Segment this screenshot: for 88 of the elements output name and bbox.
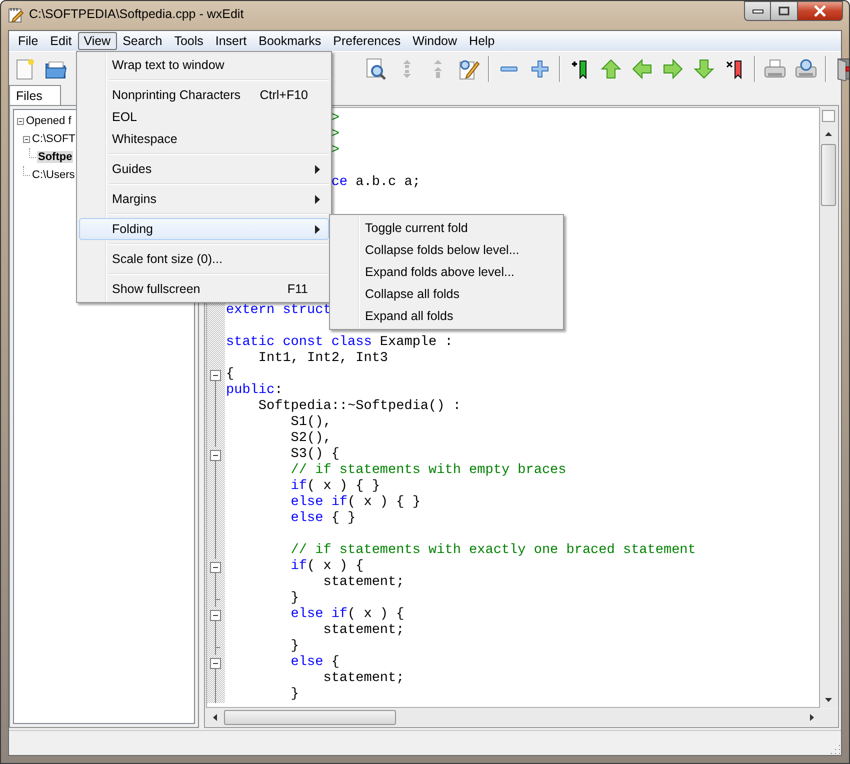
menu-item[interactable]: Preferences: [327, 32, 407, 50]
tree-item[interactable]: Softpe: [37, 151, 74, 163]
up-arrow-icon[interactable]: [599, 56, 623, 80]
menu-item[interactable]: Margins: [79, 188, 329, 210]
code-line: Int1, Int2, Int3: [257, 351, 388, 367]
code-line: {: [225, 367, 234, 383]
code-line: // if statements with exactly one braced statement: [290, 543, 696, 559]
menu-item[interactable]: Expand folds above level...: [332, 261, 561, 283]
fold-toggle[interactable]: [210, 658, 221, 671]
scroll-right-icon[interactable]: [810, 714, 814, 721]
code-line: extern struct: [225, 303, 332, 319]
collapse-icon[interactable]: [23, 136, 30, 142]
menu-item[interactable]: Bookmarks: [252, 32, 328, 50]
code-line: >: [330, 143, 340, 159]
code-line: }: [290, 687, 299, 703]
fold-toggle[interactable]: [210, 610, 221, 623]
minimize-button[interactable]: [744, 1, 771, 21]
split-handle[interactable]: [822, 110, 835, 122]
menu-item[interactable]: Nonprinting Characters Ctrl+F10: [79, 84, 329, 106]
menu-item[interactable]: Insert: [209, 32, 253, 50]
code-line: public:: [225, 383, 283, 399]
code-line: Softpedia::~Softpedia() :: [257, 399, 461, 415]
menu-item[interactable]: EOL: [79, 106, 329, 128]
right-arrow-icon[interactable]: [661, 56, 685, 80]
printer-icon[interactable]: [763, 56, 787, 80]
find-icon[interactable]: [364, 56, 388, 80]
close-icon: [813, 5, 827, 17]
menu-item[interactable]: Tools: [168, 32, 210, 50]
code-line: statement;: [322, 671, 404, 687]
resize-grip-icon[interactable]: [829, 743, 841, 755]
close-button[interactable]: [798, 1, 843, 21]
menu-item[interactable]: Expand all folds: [332, 305, 561, 327]
tree-item[interactable]: C:\SOFT: [31, 133, 76, 145]
menu-item[interactable]: Guides: [79, 158, 329, 180]
tree-item[interactable]: Opened f: [25, 115, 72, 127]
code-line: else { }: [290, 511, 356, 527]
code-line: static const class Example :: [225, 335, 453, 351]
down-arrow-icon[interactable]: [692, 56, 716, 80]
fold-toggle[interactable]: [210, 562, 221, 575]
fold-toggle[interactable]: [210, 450, 221, 463]
horizontal-scrollbar[interactable]: [206, 709, 837, 726]
menu-item[interactable]: Toggle current fold: [332, 217, 561, 239]
menu-item[interactable]: View: [78, 32, 117, 50]
menu-item[interactable]: Whitespace: [79, 128, 329, 150]
code-line: statement;: [322, 575, 404, 591]
scroll-left-icon[interactable]: [212, 714, 216, 721]
code-line: }: [290, 639, 299, 655]
left-arrow-icon[interactable]: [630, 56, 654, 80]
fold-toggle[interactable]: [210, 370, 221, 383]
code-line: S2(),: [290, 431, 332, 447]
code-line: // if statements with empty braces: [290, 463, 566, 479]
minimize-icon: [752, 8, 764, 14]
window-title: C:\SOFTPEDIA\Softpedia.cpp - wxEdit: [29, 7, 244, 21]
code-line: S3() {: [290, 447, 340, 463]
tree-item[interactable]: C:\Users: [31, 169, 76, 181]
print-preview-icon[interactable]: [794, 56, 818, 80]
code-line: ce a.b.c a;: [330, 175, 420, 191]
maximize-button[interactable]: [771, 1, 798, 21]
menu-item[interactable]: Collapse folds below level...: [332, 239, 561, 261]
menu-item[interactable]: Show fullscreen F11: [79, 278, 329, 300]
menu-item[interactable]: Scale font size (0)...: [79, 248, 329, 270]
code-line: }: [290, 591, 299, 607]
menu-item[interactable]: Window: [406, 32, 464, 50]
code-line: S1(),: [290, 415, 332, 431]
maximize-icon: [778, 6, 790, 16]
scroll-up-icon[interactable]: [825, 132, 832, 136]
code-line: else if( x ) {: [290, 607, 404, 623]
code-line: else if( x ) { }: [290, 495, 420, 511]
files-tab[interactable]: Files: [9, 85, 61, 105]
scroll-thumb[interactable]: [821, 144, 836, 206]
menu-item[interactable]: Help: [463, 32, 501, 50]
code-line: else {: [290, 655, 340, 671]
menu-item[interactable]: File: [12, 32, 44, 50]
notepad-icon: [8, 7, 24, 23]
code-line: if( x ) {: [290, 559, 364, 575]
menu-item[interactable]: Edit: [44, 32, 78, 50]
menu-item[interactable]: Collapse all folds: [332, 283, 561, 305]
collapse-icon[interactable]: [17, 118, 24, 124]
code-line: >: [330, 111, 340, 127]
code-line: >: [330, 127, 340, 143]
menu-item[interactable]: Folding: [79, 218, 329, 240]
vertical-scrollbar[interactable]: [820, 107, 837, 708]
scroll-thumb[interactable]: [224, 710, 396, 725]
code-line: if( x ) { }: [290, 479, 380, 495]
scroll-down-icon[interactable]: [825, 698, 832, 702]
menu-item[interactable]: Wrap text to window: [79, 54, 329, 76]
code-line: statement;: [322, 623, 404, 639]
menu-item[interactable]: Search: [116, 32, 168, 50]
